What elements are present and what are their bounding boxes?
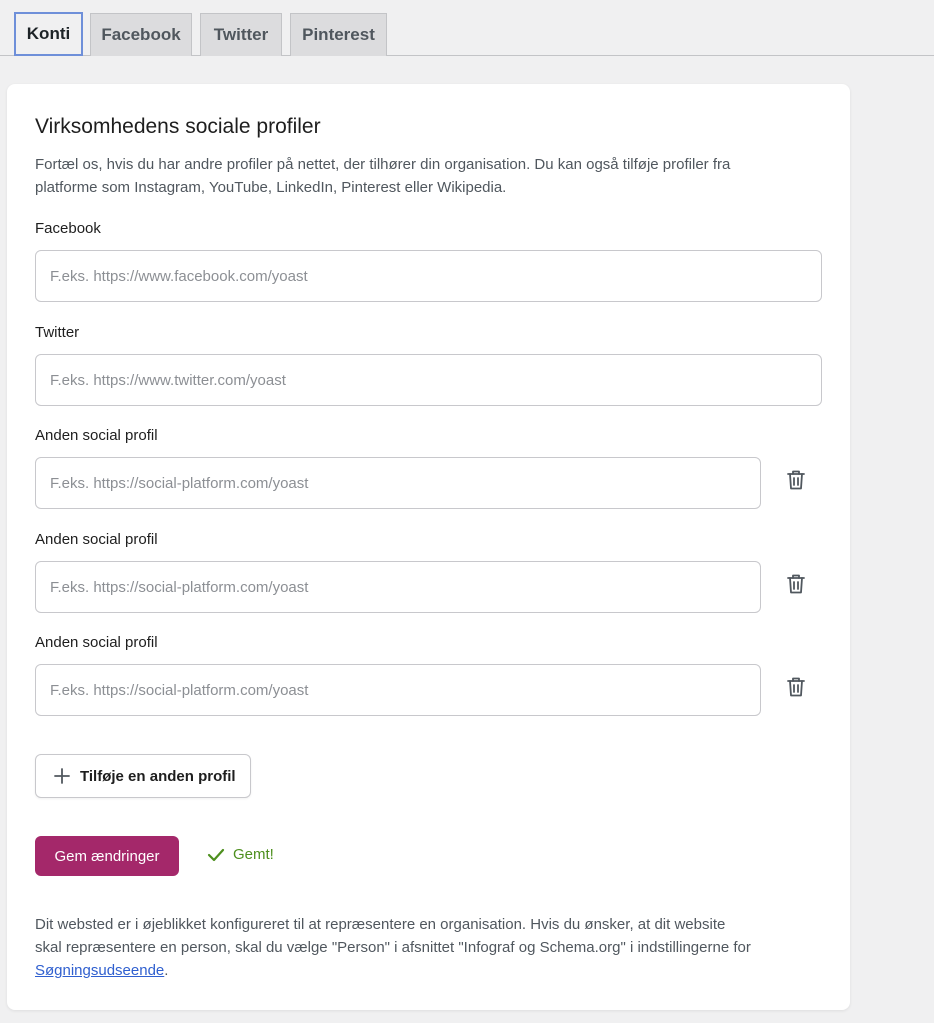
trash-icon[interactable] xyxy=(783,674,809,700)
other-profile-label-2: Anden social profil xyxy=(35,531,158,548)
add-profile-label: Tilføje en anden profil xyxy=(80,767,236,785)
twitter-input[interactable] xyxy=(35,354,822,406)
saved-status: Gemt! xyxy=(207,846,274,863)
tab-facebook[interactable]: Facebook xyxy=(90,13,192,56)
tab-pinterest[interactable]: Pinterest xyxy=(290,13,387,56)
saved-label: Gemt! xyxy=(233,846,274,863)
twitter-label: Twitter xyxy=(35,324,80,341)
trash-icon[interactable] xyxy=(783,571,809,597)
check-icon xyxy=(207,848,225,861)
save-changes-button[interactable]: Gem ændringer xyxy=(35,836,179,876)
facebook-label: Facebook xyxy=(35,220,101,237)
footer-text-end: . xyxy=(164,962,169,979)
social-profiles-card: Virksomhedens sociale profiler Fortæl os… xyxy=(7,84,850,1010)
tab-konti[interactable]: Konti xyxy=(14,12,83,56)
card-title: Virksomhedens sociale profiler xyxy=(35,115,321,138)
add-profile-button[interactable]: Tilføje en anden profil xyxy=(35,754,251,798)
other-profile-input-1[interactable] xyxy=(35,457,761,509)
search-appearance-link[interactable]: Søgningsudseende xyxy=(35,962,164,979)
other-profile-input-2[interactable] xyxy=(35,561,761,613)
plus-icon xyxy=(54,768,70,784)
other-profile-input-3[interactable] xyxy=(35,664,761,716)
footer-text: Dit websted er i øjeblikket konfigureret… xyxy=(35,916,751,956)
tab-bar: Konti Facebook Twitter Pinterest xyxy=(0,0,934,56)
trash-icon[interactable] xyxy=(783,467,809,493)
tab-twitter[interactable]: Twitter xyxy=(200,13,282,56)
facebook-input[interactable] xyxy=(35,250,822,302)
other-profile-label-3: Anden social profil xyxy=(35,634,158,651)
card-description: Fortæl os, hvis du har andre profiler på… xyxy=(35,156,731,196)
footer-note: Dit websted er i øjeblikket konfigureret… xyxy=(35,913,755,982)
other-profile-label-1: Anden social profil xyxy=(35,427,158,444)
